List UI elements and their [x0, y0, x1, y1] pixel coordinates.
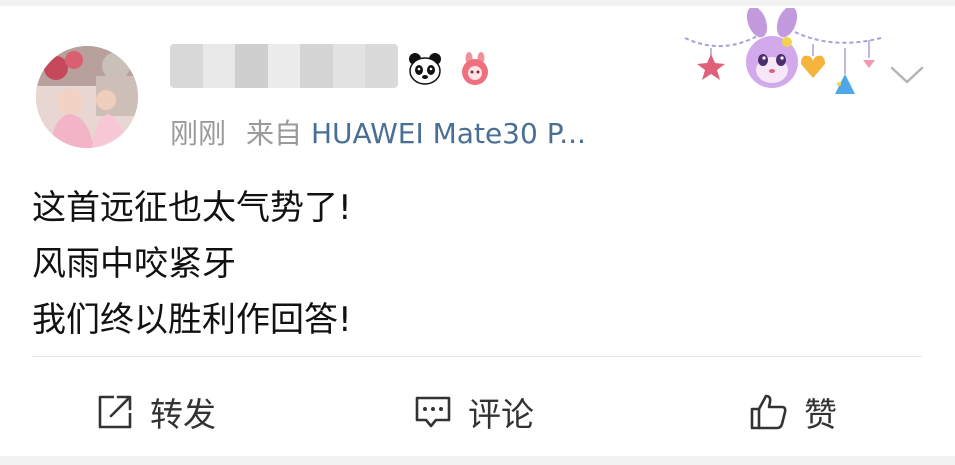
- comment-label: 评论: [468, 395, 534, 434]
- source-device-link[interactable]: HUAWEI Mate30 P...: [311, 117, 586, 150]
- post-content: 这首远征也太气势了! 风雨中咬紧牙 我们终以胜利作回答!: [32, 180, 352, 348]
- content-line: 我们终以胜利作回答!: [32, 300, 352, 340]
- source-prefix: 来自: [246, 117, 303, 150]
- like-button[interactable]: 赞: [748, 386, 837, 438]
- repost-label: 转发: [150, 395, 216, 434]
- comment-button[interactable]: 评论: [412, 386, 534, 438]
- pink-rabbit-icon: [462, 52, 488, 85]
- repost-button[interactable]: 转发: [94, 386, 216, 438]
- content-line: 风雨中咬紧牙: [32, 244, 236, 284]
- decoration-bunting: [684, 8, 882, 94]
- username-blurred[interactable]: [170, 44, 398, 88]
- thumbs-up-icon: [750, 394, 787, 430]
- post-card: 刚刚 来自 HUAWEI Mate30 P... 这首远征也太气势了! 风雨中咬紧…: [0, 6, 955, 456]
- divider: [32, 356, 922, 357]
- avatar-photo: [36, 46, 138, 148]
- chevron-down-icon[interactable]: [888, 62, 926, 88]
- avatar[interactable]: [36, 46, 138, 148]
- repost-icon: [98, 395, 132, 429]
- post-time: 刚刚: [170, 117, 227, 150]
- panda-icon: [409, 53, 441, 85]
- like-label: 赞: [804, 395, 837, 434]
- comment-icon: [415, 396, 451, 428]
- post-meta: 刚刚 来自 HUAWEI Mate30 P...: [170, 116, 586, 152]
- content-line: 这首远征也太气势了!: [32, 188, 352, 228]
